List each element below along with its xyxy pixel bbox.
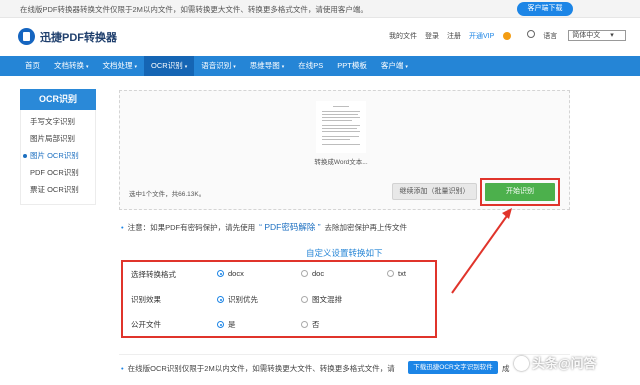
download-ocr-software-button[interactable]: 下载迅捷OCR文字识别软件 bbox=[408, 361, 498, 374]
bullet: • bbox=[121, 364, 124, 373]
footnote-more: 成 bbox=[502, 364, 510, 373]
option-label: 识别优先 bbox=[228, 295, 258, 304]
radio-unchecked-icon bbox=[301, 296, 308, 303]
watermark-logo-icon bbox=[514, 356, 529, 371]
option-recognition-first[interactable]: 识别优先 bbox=[217, 294, 258, 304]
effect-row-label: 识别效果 bbox=[131, 295, 161, 304]
footnote-text: 在线版OCR识别仅限于2M以内文件，如需转换更大文件、转换更多格式文件，请 bbox=[127, 364, 395, 373]
radio-unchecked-icon bbox=[301, 321, 308, 328]
public-row-label: 公开文件 bbox=[131, 320, 161, 329]
divider bbox=[119, 354, 570, 355]
radio-unchecked-icon bbox=[301, 270, 308, 277]
radio-checked-icon bbox=[217, 270, 224, 277]
pdf-password-remove-link[interactable]: “ PDF密码解除 ” bbox=[259, 222, 320, 232]
option-mixed-layout[interactable]: 图文混排 bbox=[301, 294, 342, 304]
format-row-label: 选择转换格式 bbox=[131, 270, 176, 279]
ocr-limit-note: • 在线版OCR识别仅限于2M以内文件，如需转换更大文件、转换更多格式文件，请 bbox=[121, 363, 395, 374]
arrow-shaft bbox=[451, 212, 510, 294]
option-public-yes[interactable]: 是 bbox=[217, 319, 236, 329]
option-label: doc bbox=[312, 269, 325, 278]
option-docx[interactable]: docx bbox=[217, 269, 244, 279]
bullet: • bbox=[121, 223, 124, 232]
option-label: 图文混排 bbox=[312, 295, 342, 304]
settings-title: 自定义设置转换如下 bbox=[306, 248, 383, 258]
radio-unchecked-icon bbox=[387, 270, 394, 277]
radio-checked-icon bbox=[217, 296, 224, 303]
note-prefix: 注意：如果PDF有密码保护，请先使用 bbox=[127, 223, 256, 232]
option-label: txt bbox=[398, 269, 406, 278]
option-label: 是 bbox=[228, 320, 236, 329]
option-label: docx bbox=[228, 269, 244, 278]
watermark-text: 头条@问答 bbox=[532, 356, 597, 371]
option-doc[interactable]: doc bbox=[301, 269, 324, 279]
option-txt[interactable]: txt bbox=[387, 269, 406, 279]
radio-checked-icon bbox=[217, 321, 224, 328]
note-suffix: 去除加密保护再上传文件 bbox=[324, 223, 408, 232]
password-note: • 注意：如果PDF有密码保护，请先使用 “ PDF密码解除 ” 去除加密保护再上传文… bbox=[121, 221, 407, 233]
footnote-tail: 成 bbox=[500, 363, 510, 374]
watermark: 头条@问答 bbox=[514, 353, 597, 372]
option-public-no[interactable]: 否 bbox=[301, 319, 320, 329]
option-label: 否 bbox=[312, 320, 320, 329]
